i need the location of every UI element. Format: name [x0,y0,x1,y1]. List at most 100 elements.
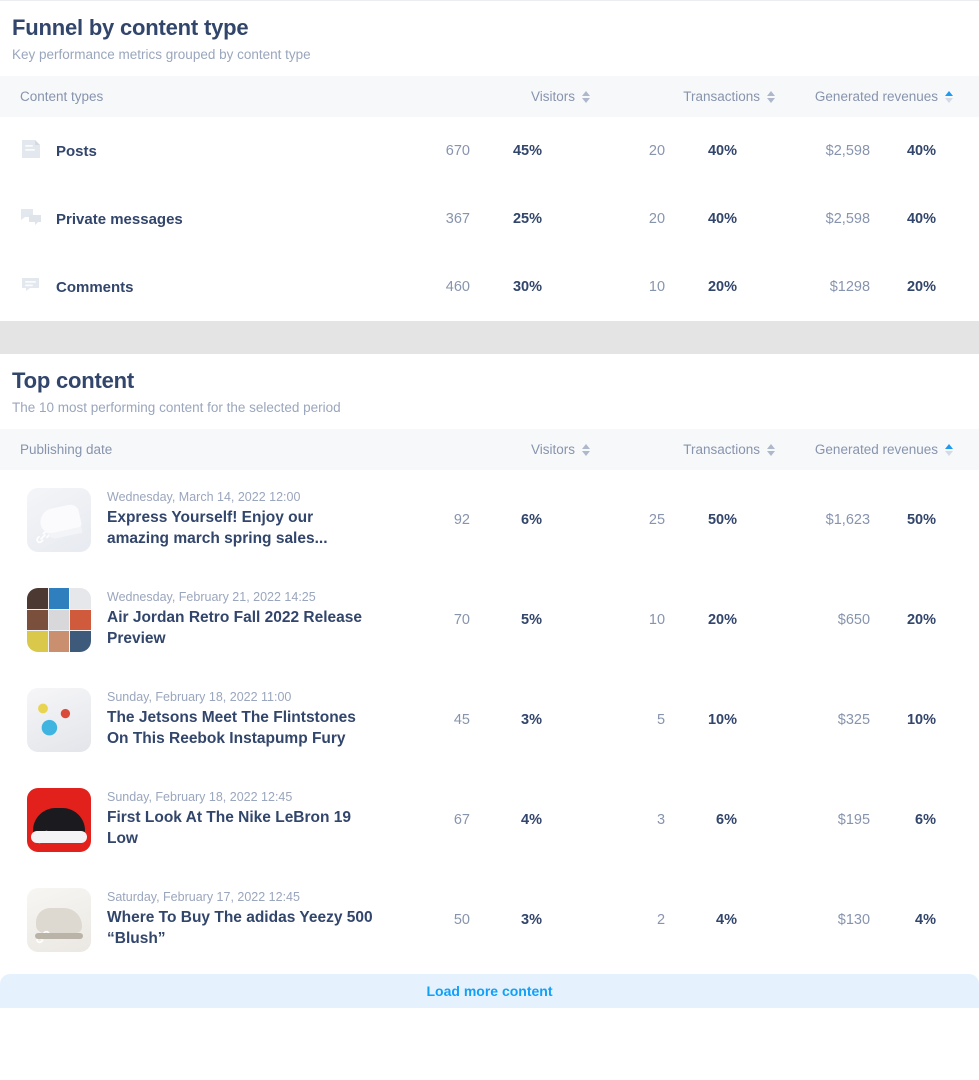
top-content-col-visitors-label: Visitors [531,442,576,457]
top-content-col-revenues-label: Generated revenues [814,442,939,457]
funnel-col-revenues[interactable]: Generated revenues [775,76,979,117]
sort-icon-visitors[interactable] [582,443,591,456]
table-row[interactable]: Sunday, February 18, 2022 12:45 First Lo… [0,770,979,870]
content-thumbnail[interactable] [27,688,91,752]
value-text: $1298 [829,279,871,295]
funnel-row-label: Comments [56,278,134,296]
sort-icon-revenues[interactable] [945,443,954,456]
value-text: $130 [837,912,871,928]
top-content-col-publishing-date-label: Publishing date [20,442,113,457]
content-visitors-pct: 6% [470,470,590,570]
table-row[interactable]: Wednesday, February 21, 2022 14:25 Air J… [0,570,979,670]
content-revenues-pct: 10% [870,670,979,770]
value-text: 3 [656,812,666,828]
funnel-visitors-pct: 30% [470,253,590,321]
triangle-down-icon [945,450,954,456]
value-text: 50 [453,912,470,928]
content-title[interactable]: The Jetsons Meet The Flintstones On This… [107,708,375,750]
funnel-row-name-cell: Comments [0,253,400,321]
value-text: 20% [707,612,738,628]
sort-icon-visitors[interactable] [582,90,591,103]
table-row[interactable]: Posts 670 45% 20 40% $2,598 40% [0,117,979,185]
content-date: Wednesday, February 21, 2022 14:25 [107,590,316,605]
content-revenues-value: $130 [775,870,870,970]
funnel-transactions-pct: 20% [665,253,775,321]
content-title[interactable]: First Look At The Nike LeBron 19 Low [107,808,375,850]
funnel-col-visitors-label: Visitors [531,89,576,104]
top-content-col-publishing-date[interactable]: Publishing date [0,429,400,470]
content-transactions-value: 25 [590,470,665,570]
value-text: 4% [521,812,543,828]
content-visitors-value: 92 [400,470,470,570]
content-visitors-pct: 4% [470,770,590,870]
load-more-bar[interactable]: Load more content [0,974,979,1008]
funnel-col-visitors[interactable]: Visitors [400,76,591,117]
value-text: 4% [716,912,738,928]
content-thumbnail[interactable] [27,888,91,952]
content-title[interactable]: Air Jordan Retro Fall 2022 Release Previ… [107,608,375,650]
value-text: 40% [906,211,937,227]
triangle-up-icon [767,90,776,96]
thumb-tile [48,609,70,631]
triangle-down-icon [767,450,776,456]
funnel-visitors-value: 367 [400,185,470,253]
value-text: 20% [906,279,937,295]
funnel-col-content-types[interactable]: Content types [0,76,400,117]
table-row[interactable]: Wednesday, March 14, 2022 12:00 Express … [0,470,979,570]
content-transactions-pct: 6% [665,770,775,870]
content-revenues-value: $325 [775,670,870,770]
content-revenues-pct: 6% [870,770,979,870]
value-text: 30% [512,279,543,295]
value-text: 460 [445,279,470,295]
funnel-visitors-value: 670 [400,117,470,185]
content-transactions-pct: 50% [665,470,775,570]
content-transactions-value: 10 [590,570,665,670]
value-text: 3% [521,712,543,728]
table-row[interactable]: Private messages 367 25% 20 40% $2,598 4… [0,185,979,253]
section-divider [0,321,979,354]
funnel-table-head: Content types Visitors Transactions Gene… [0,76,979,117]
content-thumbnail[interactable] [27,488,91,552]
top-content-table-body: Wednesday, March 14, 2022 12:00 Express … [0,470,979,970]
table-row[interactable]: Saturday, February 17, 2022 12:45 Where … [0,870,979,970]
content-visitors-pct: 3% [470,670,590,770]
table-row[interactable]: Sunday, February 18, 2022 11:00 The Jets… [0,670,979,770]
funnel-col-content-types-label: Content types [20,89,104,104]
top-content-col-revenues[interactable]: Generated revenues [775,429,979,470]
top-content-header-row: Publishing date Visitors Transactions Ge… [0,429,979,470]
content-title[interactable]: Where To Buy The adidas Yeezy 500 “Blush… [107,908,375,950]
load-more-content-button[interactable]: Load more content [426,983,552,999]
content-revenues-value: $1,623 [775,470,870,570]
funnel-panel-header: Funnel by content type Key performance m… [0,1,979,76]
top-content-col-transactions-label: Transactions [683,442,761,457]
funnel-col-revenues-label: Generated revenues [814,89,939,104]
content-title[interactable]: Express Yourself! Enjoy our amazing marc… [107,508,375,550]
content-date: Saturday, February 17, 2022 12:45 [107,890,300,905]
sort-icon-transactions[interactable] [767,90,776,103]
top-content-col-transactions[interactable]: Transactions [590,429,776,470]
top-content-table: Publishing date Visitors Transactions Ge… [0,429,979,970]
content-transactions-pct: 20% [665,570,775,670]
funnel-revenues-pct: 40% [870,117,979,185]
value-text: 4% [915,912,937,928]
content-thumbnail[interactable] [27,588,91,652]
value-text: 6% [915,812,937,828]
funnel-col-transactions[interactable]: Transactions [590,76,776,117]
thumb-tile [70,631,91,652]
content-visitors-pct: 3% [470,870,590,970]
comment-icon [20,274,42,300]
funnel-transactions-value: 20 [590,117,665,185]
top-content-col-visitors[interactable]: Visitors [400,429,591,470]
content-visitors-pct: 5% [470,570,590,670]
value-text: 50% [906,512,937,528]
content-revenues-pct: 4% [870,870,979,970]
sort-icon-transactions[interactable] [767,443,776,456]
funnel-revenues-value: $2,598 [775,185,870,253]
table-row[interactable]: Comments 460 30% 10 20% $1298 20% [0,253,979,321]
funnel-revenues-pct: 20% [870,253,979,321]
content-thumbnail[interactable] [27,788,91,852]
funnel-row-label: Posts [56,142,97,160]
content-date: Wednesday, March 14, 2022 12:00 [107,490,301,505]
value-text: 20 [648,143,666,159]
sort-icon-revenues[interactable] [945,90,954,103]
